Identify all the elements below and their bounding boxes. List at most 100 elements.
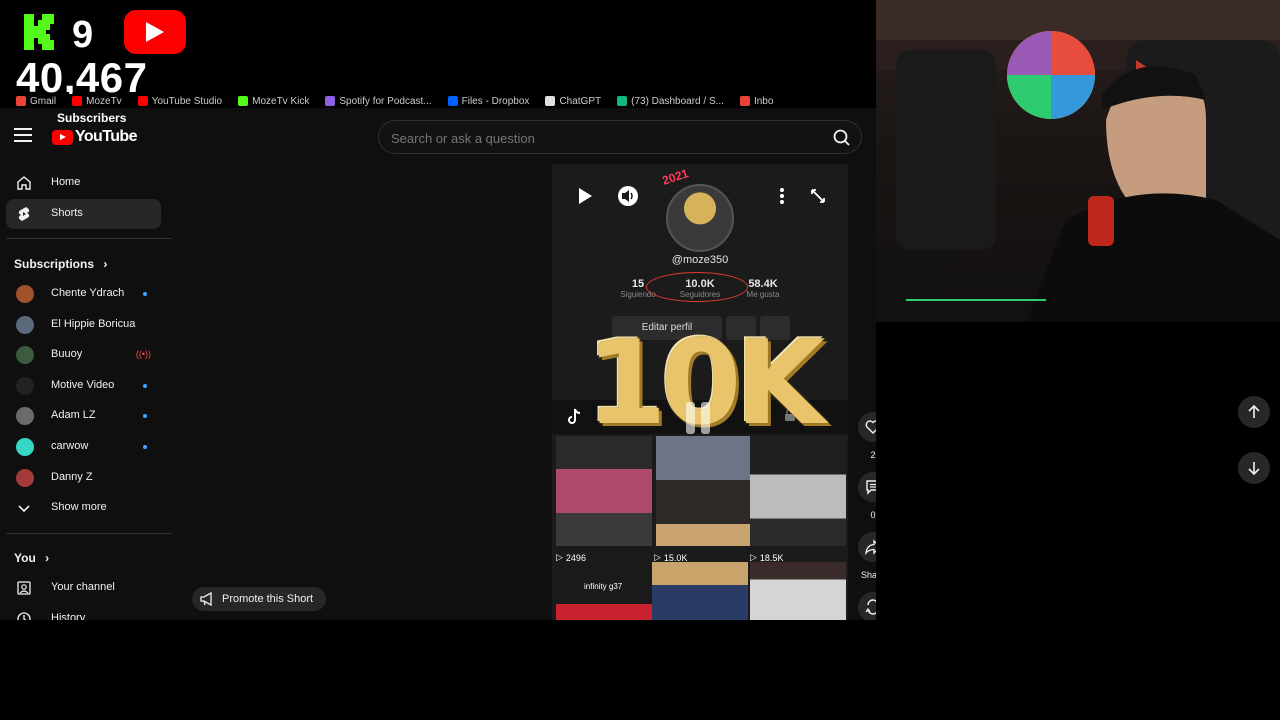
bookmark-label: ChatGPT <box>559 95 602 107</box>
sidebar-item-your-channel[interactable]: Your channel <box>6 573 161 603</box>
bookmark-item[interactable]: MozeTv Kick <box>238 96 309 107</box>
sidebar-item-label: History <box>51 612 86 620</box>
highlight-circle <box>646 272 748 302</box>
bookmark-item[interactable]: Gmail <box>16 96 56 107</box>
bookmark-item[interactable]: YouTube Studio <box>137 95 223 107</box>
profile-handle: @moze350 <box>671 254 729 266</box>
prize-wheel-icon <box>1007 31 1095 119</box>
divider <box>6 238 172 239</box>
new-content-dot <box>143 445 147 449</box>
bookmark-item[interactable]: Spotify for Podcast... <box>325 96 432 107</box>
play-small-icon: ▷ <box>556 552 563 562</box>
share-action[interactable]: Share <box>858 532 876 580</box>
avatar <box>16 407 34 426</box>
divider <box>6 533 172 534</box>
menu-icon[interactable] <box>14 128 32 142</box>
volume-icon <box>618 186 638 206</box>
bookmark-label: Gmail <box>30 95 57 107</box>
bookmark-label: Files - Dropbox <box>461 95 530 107</box>
chevron-right-icon: › <box>45 551 50 565</box>
shorts-icon <box>18 207 30 221</box>
avatar <box>16 468 34 487</box>
bookmark-item[interactable]: Files - Dropbox <box>447 95 530 107</box>
subscription-label: Chente Ydrach <box>51 287 125 299</box>
search-icon <box>833 129 850 146</box>
comment-action[interactable]: 0 <box>858 472 876 520</box>
subscriptions-heading[interactable]: Subscriptions › <box>14 257 107 271</box>
subscription-item[interactable]: carwow <box>6 432 161 462</box>
comment-button[interactable] <box>858 472 876 502</box>
sidebar-item-label: Your channel <box>51 581 115 593</box>
bookmark-item[interactable]: (73) Dashboard / S... <box>617 96 724 107</box>
live-icon: ((•)) <box>135 349 151 360</box>
remix-button[interactable] <box>858 592 876 620</box>
sidebar-item-home[interactable]: Home <box>6 168 161 198</box>
subscription-item[interactable]: Buuoy ((•)) <box>6 340 161 370</box>
megaphone-icon <box>200 592 212 606</box>
youtube-logo-icon <box>124 10 186 54</box>
bookmarks-bar: Gmail MozeTv YouTube Studio MozeTv Kick Spot… <box>0 94 876 108</box>
new-content-dot <box>143 414 147 419</box>
views-count: 18.5K <box>759 552 784 563</box>
you-heading[interactable]: You › <box>14 551 49 565</box>
like-action[interactable]: 2 <box>858 412 876 460</box>
your-channel-icon <box>17 581 31 595</box>
bookmark-label: MozeTv Kick <box>252 95 310 107</box>
bookmark-label: Inbo <box>753 95 774 107</box>
subscription-item[interactable]: Motive Video <box>6 371 161 401</box>
play-button[interactable] <box>568 180 600 212</box>
you-heading-label: You <box>14 551 36 565</box>
bookmark-item[interactable]: ChatGPT <box>545 96 601 107</box>
volume-button[interactable] <box>612 180 644 212</box>
webcam-scene <box>876 0 1280 322</box>
sidebar-item-shorts[interactable]: Shorts <box>6 199 161 229</box>
like-button[interactable] <box>858 412 876 442</box>
chevron-right-icon: › <box>103 257 108 271</box>
webcam-feed <box>876 0 1280 322</box>
subscription-label: Buuoy <box>51 348 83 361</box>
chevron-down-icon <box>18 505 30 513</box>
new-content-dot <box>143 383 147 388</box>
bookmark-item[interactable]: Inbo <box>739 95 774 107</box>
profile-year-badge: 2021 <box>660 166 691 188</box>
search-button[interactable] <box>829 125 855 151</box>
subscription-item[interactable]: Danny Z <box>6 463 161 493</box>
subscription-item[interactable]: El Hippie Boricua <box>6 310 161 340</box>
youtube-home-logo[interactable]: YouTube <box>52 128 137 146</box>
next-short-button[interactable] <box>1238 452 1270 484</box>
subscription-item[interactable]: Chente Ydrach <box>6 279 161 309</box>
tiktok-icon <box>568 408 581 424</box>
show-more-button[interactable]: Show more <box>6 493 161 523</box>
home-icon <box>17 176 31 190</box>
short-video-player[interactable]: 2021 @moze350 15 Siguiendo 10.0K Seguido… <box>552 164 848 620</box>
more-options-button[interactable] <box>766 180 798 212</box>
video-thumbnail <box>750 436 846 546</box>
bookmark-label: YouTube Studio <box>151 95 223 107</box>
previous-short-button[interactable] <box>1238 396 1270 428</box>
youtube-page: YouTube Home Shorts Subscriptions › Ch <box>0 108 876 620</box>
new-content-dot <box>143 292 147 296</box>
avatar <box>16 376 34 395</box>
avatar <box>16 438 34 456</box>
bookmark-item[interactable]: MozeTv <box>72 96 122 107</box>
comment-count: 0 <box>870 510 876 520</box>
search-input[interactable] <box>391 128 791 148</box>
bookmark-favicon-icon <box>72 96 83 106</box>
top-bar: YouTube <box>0 108 876 164</box>
promote-short-button[interactable]: Promote this Short <box>192 587 326 611</box>
remix-action[interactable] <box>858 592 876 620</box>
subscription-label: El Hippie Boricua <box>51 317 136 330</box>
avatar <box>16 346 34 365</box>
subscription-label: Adam LZ <box>51 409 96 422</box>
subscriber-label: Subscribers <box>57 111 127 125</box>
stream-overlay: 9 40,467 <box>0 0 200 101</box>
avatar <box>16 285 34 303</box>
youtube-play-icon <box>52 129 73 145</box>
remix-icon <box>865 599 876 615</box>
subscription-item[interactable]: Adam LZ <box>6 401 161 431</box>
bookmark-favicon-icon <box>325 96 336 106</box>
sidebar-item-history[interactable]: History <box>6 604 161 620</box>
fullscreen-button[interactable] <box>802 180 834 212</box>
video-thumbnail <box>656 436 752 546</box>
share-button[interactable] <box>858 532 876 562</box>
